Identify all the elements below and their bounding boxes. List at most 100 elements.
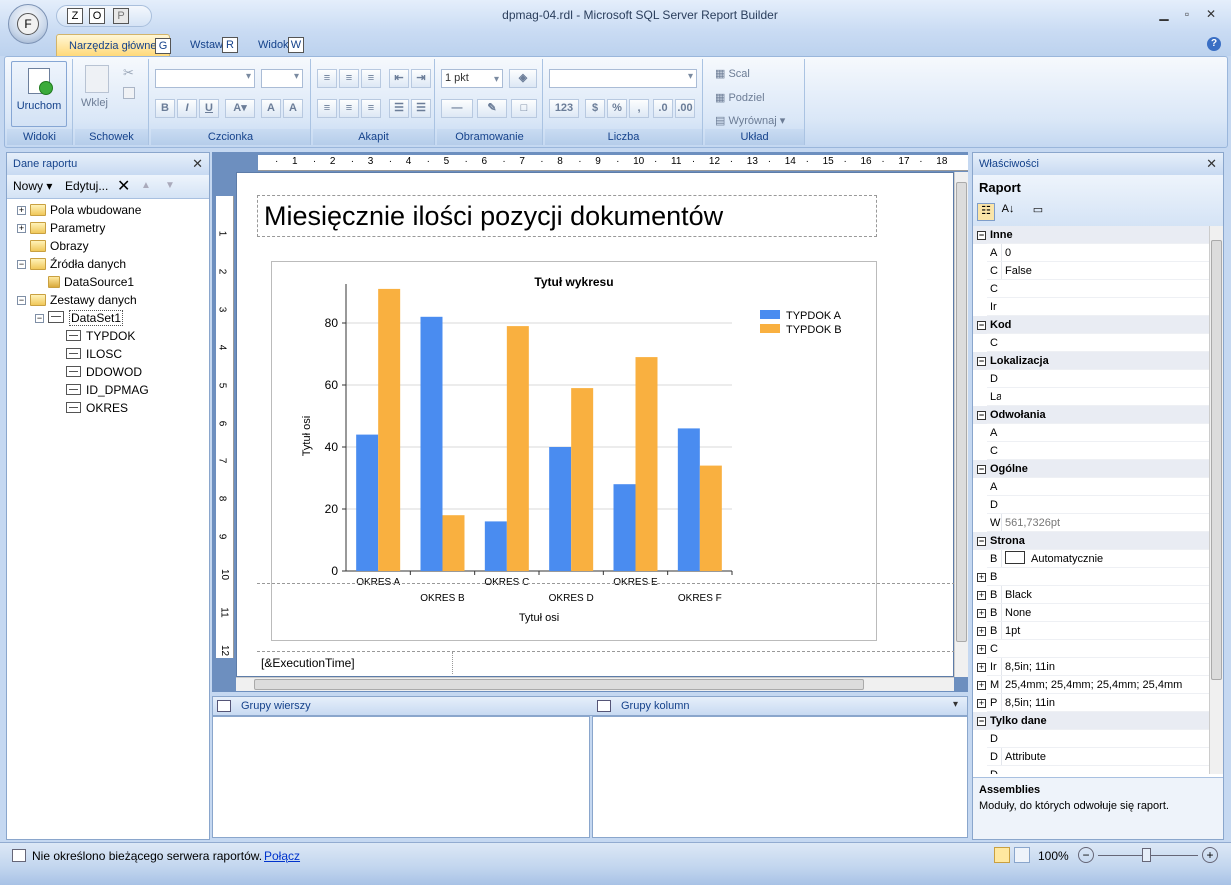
maximize-button[interactable]: ▫ [1177,7,1197,25]
property-value[interactable]: False [1001,262,1209,280]
collapse-icon[interactable]: − [977,411,986,420]
tree-expander-icon[interactable]: − [17,296,26,305]
property-row[interactable]: +A0 [973,244,1209,262]
property-row[interactable]: +C [973,280,1209,298]
designer-vscroll-thumb[interactable] [956,182,967,642]
qat-key-undo[interactable]: O [89,8,105,24]
property-row[interactable]: +DAttribute [973,748,1209,766]
tree-expander-icon[interactable]: + [17,206,26,215]
property-row[interactable]: + B [973,568,1209,586]
preview-view-icon[interactable] [1014,847,1030,863]
property-row[interactable]: +BAutomatycznie [973,550,1209,568]
tree-expander-icon[interactable]: − [17,260,26,269]
property-category[interactable]: − Strona [973,532,1209,550]
property-row[interactable]: + B None [973,604,1209,622]
align-bottom-button[interactable]: ≡ [361,69,381,88]
zoom-in-icon[interactable]: + [1202,847,1218,863]
tab-view[interactable]: Widok W [254,34,314,56]
comma-button[interactable]: , [629,99,649,118]
collapse-icon[interactable]: − [977,321,986,330]
align-top-button[interactable]: ≡ [317,69,337,88]
tree-item-field[interactable]: OKRES [53,399,128,417]
tree-item-folder[interactable]: + Parametry [17,219,105,237]
help-icon[interactable]: ? [1207,37,1221,51]
property-row[interactable]: + Ir 8,5in; 11in [973,658,1209,676]
property-category[interactable]: − Odwołania [973,406,1209,424]
move-up-icon[interactable]: ▲ [141,180,151,191]
expand-icon[interactable]: + [977,645,986,654]
collapse-icon[interactable]: − [977,231,986,240]
new-menu-button[interactable]: Nowy ▾ [13,179,52,193]
designer-vscroll[interactable] [954,172,968,677]
property-value[interactable]: 1pt [1001,622,1209,640]
expand-icon[interactable]: + [977,609,986,618]
tree-expander-icon[interactable]: + [17,224,26,233]
column-groups-pane[interactable] [592,716,968,838]
tree-item-dataset[interactable]: − DataSet1 [35,309,124,327]
property-row[interactable]: +C [973,442,1209,460]
property-row[interactable]: +D [973,766,1209,774]
minimize-button[interactable]: ▁ [1154,7,1174,25]
property-category[interactable]: − Ogólne [973,460,1209,478]
designer-hscroll[interactable] [236,677,954,691]
align-middle-button[interactable]: ≡ [339,69,359,88]
qat-key-save[interactable]: Z [67,8,83,24]
property-row[interactable]: +W561,7326pt [973,514,1209,532]
border-width-combo[interactable]: 1 pkt [441,69,503,88]
border-style-button[interactable]: — [441,99,473,118]
decrease-indent-button[interactable]: ⇤ [389,69,409,88]
application-button[interactable]: F [8,4,48,44]
expand-icon[interactable]: + [977,699,986,708]
execution-time-textbox[interactable]: [&ExecutionTime] [257,652,453,674]
property-value[interactable]: 0 [1001,244,1209,262]
tab-home[interactable]: Narzędzia główne G [56,34,171,56]
move-down-icon[interactable]: ▼ [165,180,175,191]
tree-item-folder[interactable]: Obrazy [17,237,89,255]
numbering-button[interactable]: ☰ [411,99,431,118]
edit-button[interactable]: Edytuj... [65,179,108,193]
property-value[interactable]: Black [1001,586,1209,604]
chart-area[interactable]: 0 20 40 60 80 OKRES A OKRES B OKRES C OKRES D OKR… [271,261,877,641]
alphabetical-icon[interactable]: A↓ [999,203,1017,221]
close-button[interactable]: ✕ [1201,7,1221,25]
zoom-out-icon[interactable]: − [1078,847,1094,863]
increase-indent-button[interactable]: ⇥ [411,69,431,88]
copy-icon[interactable] [123,87,135,99]
property-value[interactable]: 25,4mm; 25,4mm; 25,4mm; 25,4mm [1001,676,1209,694]
tree-expander-icon[interactable]: − [35,314,44,323]
property-row[interactable]: +D [973,496,1209,514]
align-center-button[interactable]: ≡ [339,99,359,118]
designer-hscroll-thumb[interactable] [254,679,864,690]
fill-color-button[interactable]: ◈ [509,69,537,88]
tree-item-folder[interactable]: − Zestawy danych [17,291,137,309]
merge-cells-button[interactable]: ▦ Scal [715,67,750,80]
expand-icon[interactable]: + [977,573,986,582]
property-row[interactable]: +CFalse [973,262,1209,280]
property-row[interactable]: +C [973,334,1209,352]
property-row[interactable]: +Ir [973,298,1209,316]
property-value[interactable]: 8,5in; 11in [1001,694,1209,712]
shrink-font-button[interactable]: A [283,99,303,118]
tree-item-folder[interactable]: + Pola wbudowane [17,201,141,219]
property-row[interactable]: +D [973,730,1209,748]
expand-icon[interactable]: + [977,591,986,600]
delete-icon[interactable]: ✕ [117,176,130,196]
report-title-textbox[interactable]: Miesięcznie ilości pozycji dokumentów [257,195,877,237]
placeholder-styles-button[interactable]: 123 [549,99,579,118]
property-pages-icon[interactable]: ▭ [1029,203,1047,221]
property-row[interactable]: + M 25,4mm; 25,4mm; 25,4mm; 25,4mm [973,676,1209,694]
tree-item-folder[interactable]: − Źródła danych [17,255,126,273]
property-category[interactable]: − Tylko dane [973,712,1209,730]
italic-button[interactable]: I [177,99,197,118]
align-left-button[interactable]: ≡ [317,99,337,118]
grouping-menu-icon[interactable]: ▾ [953,699,958,710]
tree-item-datasource[interactable]: DataSource1 [35,273,134,291]
paste-button[interactable]: Wklej [81,97,108,109]
property-value[interactable]: Attribute [1001,748,1209,766]
property-category[interactable]: − Inne [973,226,1209,244]
property-row[interactable]: +C [973,640,1209,658]
bold-button[interactable]: B [155,99,175,118]
categorized-icon[interactable]: ☷ [977,203,995,221]
connect-link[interactable]: Połącz [264,849,300,863]
increase-decimal-button[interactable]: .0 [653,99,673,118]
